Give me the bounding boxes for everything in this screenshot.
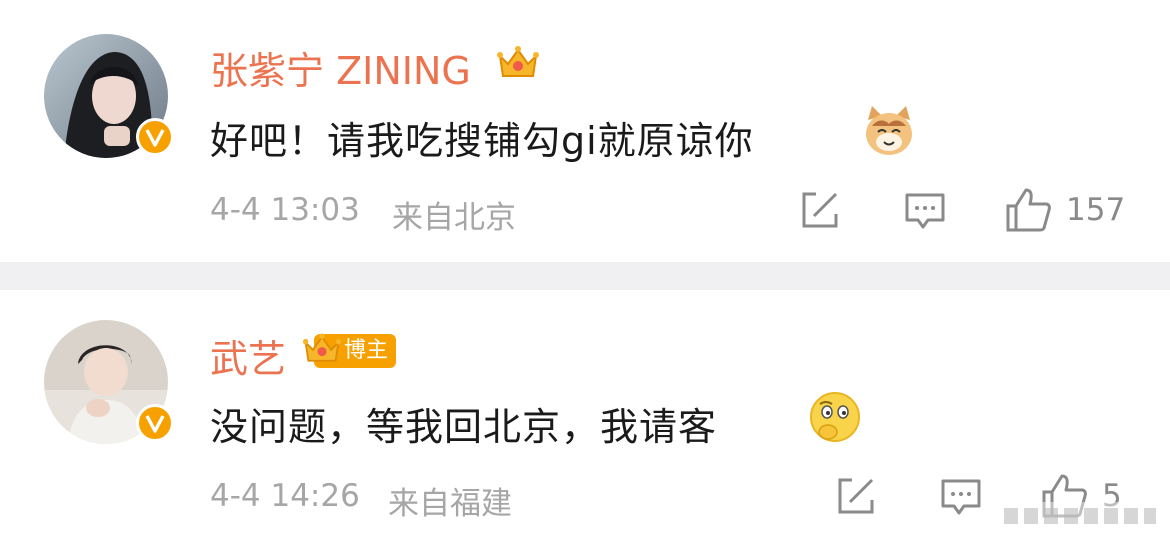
cat-emoji-icon <box>862 104 916 162</box>
comment-text: 没问题，等我回北京，我请客 <box>210 405 718 449</box>
comment-divider <box>0 262 1170 290</box>
comment-time: 4-4 13:03 <box>210 192 360 228</box>
share-button[interactable] <box>800 190 840 234</box>
username[interactable]: 张紫宁 ZINING <box>210 40 471 95</box>
comment-icon <box>941 479 981 515</box>
avatar[interactable] <box>44 34 174 158</box>
crown-badge-icon <box>496 42 540 86</box>
reply-button[interactable] <box>904 192 946 234</box>
comment-icon <box>905 193 945 229</box>
share-button[interactable] <box>836 476 876 520</box>
comment-location: 来自福建 <box>388 486 512 522</box>
reply-button[interactable] <box>940 478 982 520</box>
verified-v-icon <box>136 404 174 442</box>
avatar[interactable] <box>44 320 174 444</box>
thinking-emoji-icon <box>808 390 862 448</box>
comment-item: 武艺 博主 没问题，等我回北京，我请客 4-4 14:26 来自福建 5 <box>0 290 1170 544</box>
share-icon <box>802 192 838 228</box>
verified-v-icon <box>136 118 174 156</box>
username[interactable]: 武艺 <box>210 328 286 383</box>
share-icon <box>838 478 874 514</box>
comment-time: 4-4 14:26 <box>210 478 360 514</box>
like-count: 157 <box>1066 192 1126 228</box>
watermark-logo <box>1000 502 1160 530</box>
comment-text: 好吧！请我吃搜铺勾gi就原谅你 <box>210 119 754 163</box>
comment-item: 张紫宁 ZINING 好吧！请我吃搜铺勾gi就原谅你 4-4 13:03 来自北… <box>0 0 1170 262</box>
blogger-tag-label: 博主 <box>344 338 389 363</box>
like-button[interactable] <box>1004 186 1052 238</box>
crown-badge-icon <box>302 328 342 372</box>
comment-location: 来自北京 <box>392 200 516 236</box>
thumbs-up-icon <box>1006 188 1051 232</box>
